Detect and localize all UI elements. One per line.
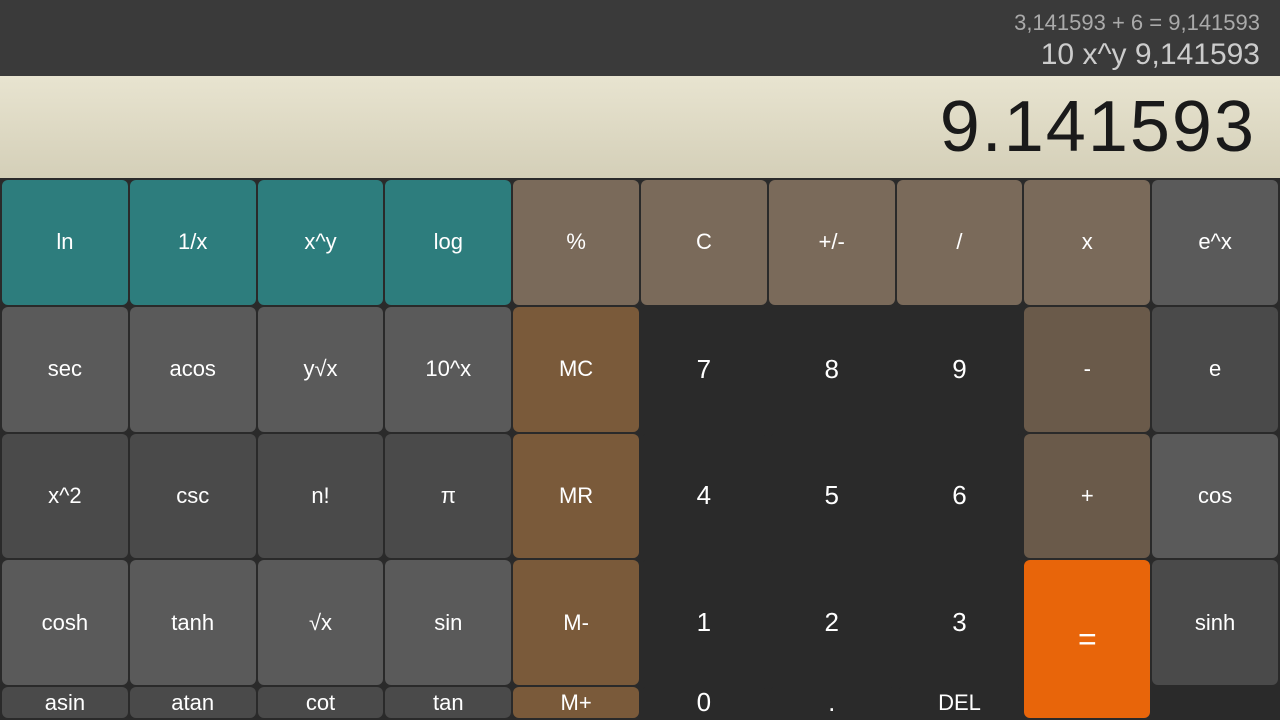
cot-button[interactable]: cot bbox=[258, 687, 384, 718]
7-button[interactable]: 7 bbox=[641, 307, 767, 432]
history-area: 3,141593 + 6 = 9,141593 10 x^y 9,141593 bbox=[0, 0, 1280, 76]
3-button[interactable]: 3 bbox=[897, 560, 1023, 685]
display-value: 9.141593 bbox=[940, 86, 1256, 168]
history-line2: 10 x^y 9,141593 bbox=[1041, 38, 1260, 72]
cosh-button[interactable]: cosh bbox=[2, 560, 128, 685]
mplus-button[interactable]: M+ bbox=[513, 687, 639, 718]
tanh-button[interactable]: tanh bbox=[130, 560, 256, 685]
sec-button[interactable]: sec bbox=[2, 307, 128, 432]
decimal-button[interactable]: . bbox=[769, 687, 895, 718]
pi-button[interactable]: π bbox=[385, 434, 511, 559]
tan-button[interactable]: tan bbox=[385, 687, 511, 718]
tenpowx-button[interactable]: 10^x bbox=[385, 307, 511, 432]
csc-button[interactable]: csc bbox=[130, 434, 256, 559]
acos-button[interactable]: acos bbox=[130, 307, 256, 432]
mc-button[interactable]: MC bbox=[513, 307, 639, 432]
reciprocal-button[interactable]: 1/x bbox=[130, 180, 256, 305]
factorial-button[interactable]: n! bbox=[258, 434, 384, 559]
log-button[interactable]: log bbox=[385, 180, 511, 305]
cos-button[interactable]: cos bbox=[1152, 434, 1278, 559]
yroot-button[interactable]: y√x bbox=[258, 307, 384, 432]
subtract-button[interactable]: - bbox=[1024, 307, 1150, 432]
e-button[interactable]: e bbox=[1152, 307, 1278, 432]
1-button[interactable]: 1 bbox=[641, 560, 767, 685]
9-button[interactable]: 9 bbox=[897, 307, 1023, 432]
asin-button[interactable]: asin bbox=[2, 687, 128, 718]
0-button[interactable]: 0 bbox=[641, 687, 767, 718]
epowx-button[interactable]: e^x bbox=[1152, 180, 1278, 305]
sin-button[interactable]: sin bbox=[385, 560, 511, 685]
sqrt-button[interactable]: √x bbox=[258, 560, 384, 685]
8-button[interactable]: 8 bbox=[769, 307, 895, 432]
divide-button[interactable]: / bbox=[897, 180, 1023, 305]
history-line1: 3,141593 + 6 = 9,141593 bbox=[1014, 10, 1260, 36]
del-button[interactable]: DEL bbox=[897, 687, 1023, 718]
mminus-button[interactable]: M- bbox=[513, 560, 639, 685]
clear-button[interactable]: C bbox=[641, 180, 767, 305]
2-button[interactable]: 2 bbox=[769, 560, 895, 685]
sinh-button[interactable]: sinh bbox=[1152, 560, 1278, 685]
atan-button[interactable]: atan bbox=[130, 687, 256, 718]
add-button[interactable]: + bbox=[1024, 434, 1150, 559]
percent-button[interactable]: % bbox=[513, 180, 639, 305]
equals-button[interactable]: = bbox=[1024, 560, 1150, 718]
display: 9.141593 bbox=[0, 76, 1280, 178]
multiply-button[interactable]: x bbox=[1024, 180, 1150, 305]
negate-button[interactable]: +/- bbox=[769, 180, 895, 305]
5-button[interactable]: 5 bbox=[769, 434, 895, 559]
4-button[interactable]: 4 bbox=[641, 434, 767, 559]
xsq-button[interactable]: x^2 bbox=[2, 434, 128, 559]
mr-button[interactable]: MR bbox=[513, 434, 639, 559]
button-grid: ln 1/x x^y log % C +/- / x e^x sec acos … bbox=[0, 178, 1280, 720]
xpowy-button[interactable]: x^y bbox=[258, 180, 384, 305]
6-button[interactable]: 6 bbox=[897, 434, 1023, 559]
calculator-app: 3,141593 + 6 = 9,141593 10 x^y 9,141593 … bbox=[0, 0, 1280, 720]
ln-button[interactable]: ln bbox=[2, 180, 128, 305]
